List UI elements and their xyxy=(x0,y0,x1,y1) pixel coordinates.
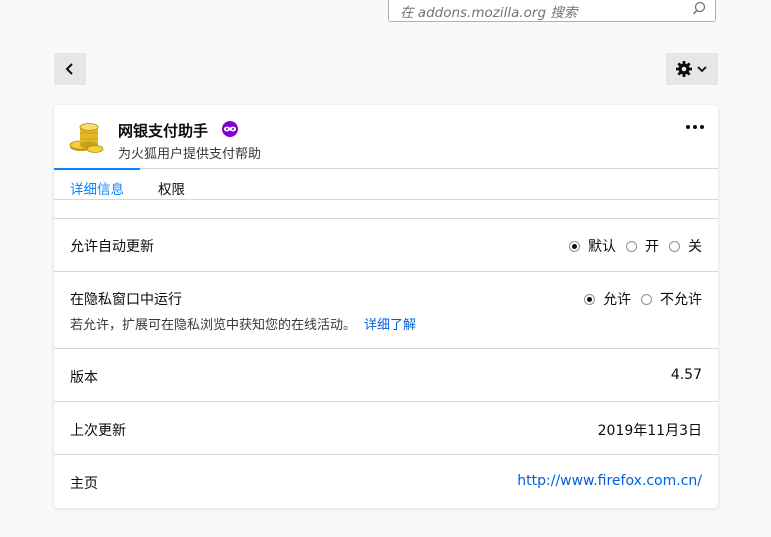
auto-update-label: 允许自动更新 xyxy=(70,239,154,255)
radio-dot xyxy=(626,240,637,252)
addon-name: 网银支付助手 xyxy=(118,122,209,140)
version-value: 4.57 xyxy=(670,367,702,383)
divider xyxy=(54,454,718,455)
radio-dot xyxy=(569,240,580,252)
auto-update-on-radio[interactable]: 开 xyxy=(626,236,659,256)
divider xyxy=(54,271,718,272)
auto-update-default-radio[interactable]: 默认 xyxy=(569,236,616,256)
auto-update-options: 默认 开 关 xyxy=(559,236,702,256)
divider xyxy=(54,218,718,219)
more-dot xyxy=(693,125,697,129)
back-button[interactable] xyxy=(54,53,86,85)
private-window-label: 在隐私窗口中运行 xyxy=(70,292,182,308)
radio-dot xyxy=(669,240,680,252)
private-deny-radio[interactable]: 不允许 xyxy=(641,289,702,309)
divider xyxy=(54,401,718,402)
more-options-button[interactable] xyxy=(686,118,708,134)
search-icon xyxy=(692,1,706,15)
radio-label: 允许 xyxy=(603,292,631,308)
homepage-label: 主页 xyxy=(70,476,98,492)
coins-icon xyxy=(69,123,104,153)
auto-update-off-radio[interactable]: 关 xyxy=(669,236,702,256)
learn-more-link[interactable]: 详细了解 xyxy=(364,318,416,333)
version-label: 版本 xyxy=(70,370,98,386)
last-updated-label: 上次更新 xyxy=(70,423,126,439)
more-dot xyxy=(700,125,704,129)
search-placeholder: 在 addons.mozilla.org 搜索 xyxy=(400,5,578,21)
tools-menu-button[interactable] xyxy=(666,53,718,85)
tab-bar: 详细信息 权限 xyxy=(54,168,718,200)
private-browsing-icon xyxy=(222,121,238,137)
last-updated-value: 2019年11月3日 xyxy=(597,423,702,439)
radio-dot xyxy=(584,293,595,305)
radio-label: 开 xyxy=(645,239,659,255)
divider xyxy=(54,348,718,349)
radio-label: 不允许 xyxy=(660,292,702,308)
addon-card: 网银支付助手 为火狐用户提供支付帮助 详细信息 权限 允许自动更新 默认 开 关 xyxy=(54,105,718,508)
radio-label: 默认 xyxy=(588,239,616,255)
hint-text: 若允许，扩展可在隐私浏览中获知您的在线活动。 xyxy=(70,318,357,333)
private-window-hint: 若允许，扩展可在隐私浏览中获知您的在线活动。 详细了解 xyxy=(70,314,416,333)
tab-permissions[interactable]: 权限 xyxy=(158,178,185,198)
addon-description: 为火狐用户提供支付帮助 xyxy=(118,147,262,162)
private-window-options: 允许 不允许 xyxy=(574,289,702,309)
active-tab-indicator xyxy=(54,168,140,170)
radio-label: 关 xyxy=(688,239,702,255)
chevron-down-icon xyxy=(697,66,707,73)
gear-icon xyxy=(676,61,692,77)
tab-details[interactable]: 详细信息 xyxy=(70,178,124,198)
private-allow-radio[interactable]: 允许 xyxy=(584,289,631,309)
homepage-link[interactable]: http://www.firefox.com.cn/ xyxy=(517,473,702,489)
radio-dot xyxy=(641,293,652,305)
more-dot xyxy=(686,125,690,129)
search-input[interactable]: 在 addons.mozilla.org 搜索 xyxy=(388,0,716,22)
chevron-left-icon xyxy=(65,63,73,75)
